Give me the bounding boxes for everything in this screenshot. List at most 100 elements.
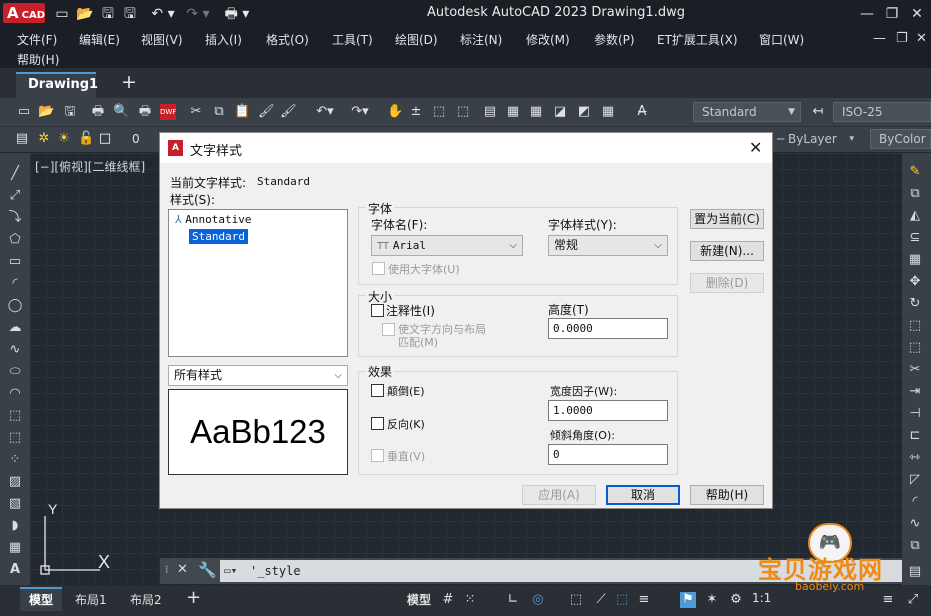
new-icon[interactable]: ▭	[16, 104, 32, 120]
zoom-window-icon[interactable]: ⬚	[431, 104, 447, 120]
properties-icon[interactable]: ▤	[482, 104, 498, 120]
break-icon[interactable]: ⊏	[906, 427, 924, 445]
extend-icon[interactable]: ⇥	[906, 383, 924, 401]
plot-style-combo[interactable]: ByColor	[870, 129, 931, 149]
match-properties-icon[interactable]: 🖌	[258, 104, 275, 120]
move-icon[interactable]: ✥	[906, 273, 924, 291]
plot-icon[interactable]: 🖶 ▾	[220, 4, 254, 24]
mdi-minimize-icon[interactable]: —	[873, 31, 886, 46]
apply-button[interactable]: 应用(A)	[522, 485, 596, 505]
list-item[interactable]: ⅄ Annotative	[175, 213, 251, 226]
auto-scale-icon[interactable]: ✶	[704, 592, 720, 608]
help-button[interactable]: 帮助(H)	[690, 485, 764, 505]
width-factor-input[interactable]: 1.0000	[548, 400, 668, 421]
menu-help[interactable]: 帮助(H)	[17, 51, 59, 68]
height-input[interactable]: 0.0000	[548, 318, 668, 339]
dwf-icon[interactable]: DWF	[160, 104, 176, 120]
rectangle-icon[interactable]: ▭	[6, 253, 24, 271]
annotation-visibility-icon[interactable]: ⚑	[680, 592, 696, 608]
annotative-checkbox[interactable]	[371, 304, 384, 317]
copy-icon[interactable]: ⧉	[211, 104, 227, 120]
array-icon[interactable]: ▦	[906, 251, 924, 269]
upside-down-checkbox[interactable]	[371, 384, 384, 397]
dim-style-icon[interactable]: ↤	[810, 104, 826, 120]
layer-name[interactable]: 0	[132, 132, 140, 146]
style-filter-select[interactable]: 所有样式 ⌵	[168, 365, 348, 386]
markup-icon[interactable]: ◩	[576, 104, 592, 120]
open-icon[interactable]: 📂	[38, 104, 54, 120]
blend-curves-icon[interactable]: ∿	[906, 515, 924, 533]
restore-icon[interactable]: ❐	[880, 4, 904, 24]
snap-icon[interactable]: ⁙	[462, 592, 478, 608]
tool-palettes-icon[interactable]: ▦	[528, 104, 544, 120]
styles-list[interactable]: ⅄ Annotative Standard	[168, 209, 348, 357]
make-block-icon[interactable]: ⬚	[6, 429, 24, 447]
set-current-button[interactable]: 置为当前(C)	[690, 209, 764, 229]
font-name-select[interactable]: TT Arial ⌵	[371, 235, 523, 256]
ellipse-icon[interactable]: ⬭	[6, 363, 24, 381]
plot-preview-icon[interactable]: 🔍	[113, 104, 129, 120]
polygon-icon[interactable]: ⬠	[6, 231, 24, 249]
dialog-titlebar[interactable]	[160, 133, 772, 163]
dim-style-combo[interactable]: ISO-25	[833, 102, 931, 122]
model-space-button[interactable]: 模型	[407, 591, 431, 608]
use-bigfont-checkbox[interactable]	[372, 262, 385, 275]
save-as-icon[interactable]: 🖫	[120, 4, 140, 24]
cut-icon[interactable]: ✂	[188, 104, 204, 120]
menu-tools[interactable]: 工具(T)	[332, 31, 373, 48]
hatch-icon[interactable]: ▨	[6, 473, 24, 491]
zoom-realtime-icon[interactable]: ±	[408, 104, 424, 120]
mirror-icon[interactable]: ◭	[906, 207, 924, 225]
gradient-icon[interactable]: ▧	[6, 495, 24, 513]
tab-layout2[interactable]: 布局2	[130, 591, 162, 608]
color-combo[interactable]: ─ ByLayer ▾	[768, 129, 860, 149]
menu-view[interactable]: 视图(V)	[141, 31, 183, 48]
customization-icon[interactable]: ≡	[880, 592, 896, 608]
region-icon[interactable]: ◗	[6, 517, 24, 535]
erase-icon[interactable]: ✎	[906, 163, 924, 181]
redo-icon[interactable]: ↷ ▾	[183, 4, 213, 24]
offset-icon[interactable]: ⊆	[906, 229, 924, 247]
command-prompt-icon[interactable]: ▭▾	[224, 560, 237, 582]
menu-file[interactable]: 文件(F)	[17, 31, 57, 48]
menu-express-tools[interactable]: ET扩展工具(X)	[657, 31, 738, 48]
autocad-logo[interactable]: A CAD	[3, 3, 45, 23]
brush-icon[interactable]: 🖌	[280, 104, 297, 120]
list-item-selected[interactable]: Standard	[189, 229, 248, 244]
vertical-checkbox[interactable]	[371, 449, 384, 462]
text-style-combo[interactable]: Standard ▼	[693, 102, 801, 122]
design-center-icon[interactable]: ▦	[505, 104, 521, 120]
revision-cloud-icon[interactable]: ☁	[6, 319, 24, 337]
tab-drawing1[interactable]: Drawing1	[16, 72, 98, 98]
construction-line-icon[interactable]: ⤢	[6, 187, 24, 205]
text-style-icon[interactable]: A̶	[630, 104, 654, 120]
tab-layout1[interactable]: 布局1	[75, 591, 107, 608]
point-icon[interactable]: ⁘	[6, 451, 24, 469]
undo-icon[interactable]: ↶ ▾	[148, 4, 178, 24]
object-snap-tracking-icon[interactable]: ⟋	[593, 592, 609, 608]
line-icon[interactable]: ╱	[6, 165, 24, 183]
layer-color-swatch[interactable]: □	[97, 131, 113, 147]
multiline-text-icon[interactable]: A	[6, 561, 24, 579]
break-at-point-icon[interactable]: ⊣	[906, 405, 924, 423]
cancel-button[interactable]: 取消	[606, 485, 680, 505]
menu-edit[interactable]: 编辑(E)	[79, 31, 120, 48]
circle-icon[interactable]: ◯	[6, 297, 24, 315]
mdi-close-icon[interactable]: ✕	[916, 31, 927, 46]
stretch-icon[interactable]: ⬚	[906, 339, 924, 357]
delete-style-button[interactable]: 删除(D)	[690, 273, 764, 293]
fillet-icon[interactable]: ◜	[906, 493, 924, 511]
explode-icon[interactable]: ⧉	[906, 537, 924, 555]
insert-block-icon[interactable]: ⬚	[6, 407, 24, 425]
viewport-controls[interactable]: [−][俯视][二维线框]	[35, 158, 145, 175]
copy-object-icon[interactable]: ⧉	[906, 185, 924, 203]
save-icon[interactable]: 🖫	[98, 4, 118, 24]
ortho-icon[interactable]: ∟	[505, 592, 521, 608]
redo-icon[interactable]: ↷▾	[345, 104, 375, 120]
paste-icon[interactable]: 📋	[234, 104, 250, 120]
layer-manager-icon[interactable]: ▤	[14, 131, 30, 147]
backwards-checkbox[interactable]	[371, 417, 384, 430]
new-file-icon[interactable]: ▭	[52, 4, 72, 24]
undo-icon[interactable]: ↶▾	[310, 104, 340, 120]
ellipse-arc-icon[interactable]: ◠	[6, 385, 24, 403]
